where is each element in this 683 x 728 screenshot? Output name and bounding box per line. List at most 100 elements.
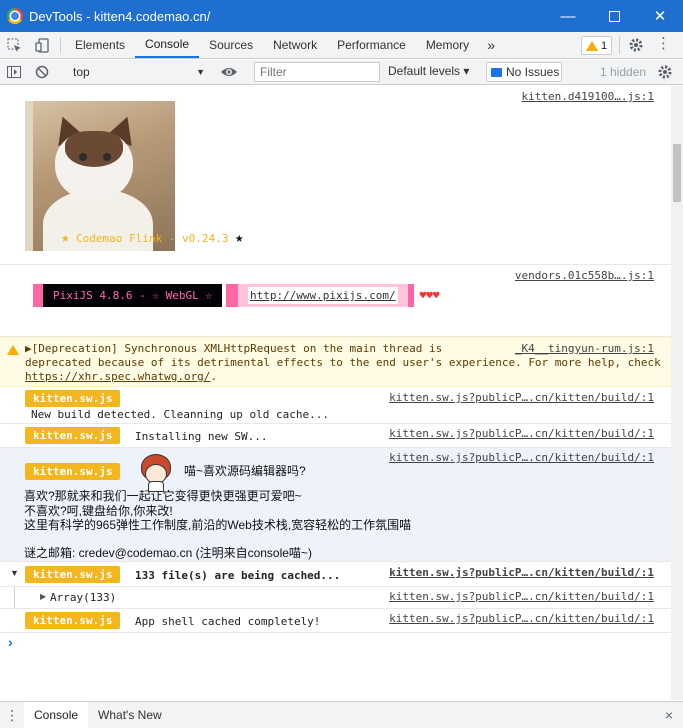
drawer-tab-whats-new[interactable]: What's New [88,702,172,728]
expand-arrow-icon[interactable]: ▶ [40,592,46,601]
cat-eye [103,153,111,161]
maximize-icon[interactable] [591,0,637,32]
issues-label: No Issues [506,65,560,79]
sidebar-toggle-icon[interactable] [0,60,28,85]
message-text: 133 file(s) are being cached... [135,569,341,582]
tab-sources[interactable]: Sources [199,32,263,58]
array-preview[interactable]: Array(133) [50,591,116,604]
warning-line: deprecated because of its detrimental ef… [25,356,661,369]
console-message-cat-banner: kitten.d419100….js:1 ★ Codemao Flink - v… [0,86,671,265]
warning-icon [585,40,598,51]
filter-input[interactable] [254,62,380,82]
console-warning-deprecation: _K4__tingyun-rum.js:1 ▶[Deprecation] Syn… [0,337,671,387]
tab-elements[interactable]: Elements [65,32,135,58]
log-levels-dropdown[interactable]: Default levels ▾ [388,64,469,78]
mascot-avatar [137,454,175,492]
console-message-sw-cached: kitten.sw.js kitten.sw.js?publicP….cn/ki… [0,609,671,633]
drawer-menu-icon[interactable]: ⋮ [0,702,24,728]
eye-icon[interactable] [220,65,238,82]
console-prompt[interactable]: › [8,634,13,650]
clear-console-icon[interactable] [28,60,56,85]
recruit-email-line: 谜之邮箱: credev@codemao.cn (注明来自console喵~) [24,546,312,560]
hidden-messages-count: 1 hidden [600,65,647,79]
pixi-url-box: http://www.pixijs.com/ [237,284,408,307]
kitten-sw-badge: kitten.sw.js [25,566,121,583]
drawer-close-icon[interactable]: × [665,707,673,723]
recruit-line: 不喜欢?呵,键盘给你,你来改! [24,504,173,518]
flink-banner: ★ Codemao Flink - v0.24.3 ★ [61,230,243,246]
recruit-heading: 喵~喜欢源码编辑器吗? [184,464,306,478]
more-options-icon[interactable]: ⋮ [656,36,671,52]
source-link[interactable]: kitten.sw.js?publicP….cn/kitten/build/:1 [389,451,654,464]
context-value: top [73,65,90,79]
scrollbar-thumb[interactable] [673,144,681,202]
star-icon: ★ [235,230,244,246]
source-link[interactable]: vendors.01c558b….js:1 [515,269,654,282]
group-indent-line [14,587,15,609]
source-link[interactable]: kitten.sw.js?publicP….cn/kitten/build/:1 [389,427,654,440]
xhr-spec-link[interactable]: https://xhr.spec.whatwg.org/ [25,370,210,383]
warning-line: ▶[Deprecation] Synchronous XMLHttpReques… [25,342,443,355]
console-message-sw-installing: kitten.sw.js kitten.sw.js?publicP….cn/ki… [0,424,671,448]
tab-memory[interactable]: Memory [416,32,479,58]
source-link[interactable]: kitten.sw.js?publicP….cn/kitten/build/:1 [389,612,654,625]
pixi-banner: PixiJS 4.8.6 - ☆ WebGL ☆ http://www.pixi… [33,284,440,307]
warning-icon [7,345,19,355]
expand-arrow-icon[interactable]: ▼ [10,568,19,578]
console-scrollbar[interactable] [671,86,683,700]
minimize-icon[interactable]: — [545,0,591,32]
device-toolbar-icon[interactable] [28,32,56,58]
divider [619,36,620,54]
tab-performance[interactable]: Performance [327,32,416,58]
avatar-body [148,481,164,492]
warnings-counter-button[interactable]: 1 [581,36,612,55]
flink-banner-text: Codemao Flink - v0.24.3 [76,232,229,245]
kitten-image [25,101,175,251]
close-icon[interactable]: ✕ [637,0,683,32]
pixi-stripe [225,284,238,307]
chrome-logo-icon [7,8,23,24]
drawer-tab-console[interactable]: Console [24,702,89,728]
warning-line-end: . [210,370,218,383]
more-tabs-button[interactable]: » [479,32,503,58]
issues-button[interactable]: No Issues [486,62,562,82]
console-toolbar: top ▼ Default levels ▾ No Issues 1 hidde… [0,60,683,85]
console-settings-gear-icon[interactable] [657,64,673,83]
console-messages: kitten.d419100….js:1 ★ Codemao Flink - v… [0,86,671,700]
inspect-element-icon[interactable] [0,32,28,58]
kitten-sw-badge: kitten.sw.js [25,463,121,480]
source-link[interactable]: kitten.sw.js?publicP….cn/kitten/build/:1 [389,391,654,404]
kitten-sw-badge: kitten.sw.js [25,427,121,444]
settings-gear-icon[interactable] [628,37,644,56]
source-link[interactable]: kitten.sw.js?publicP….cn/kitten/build/:1 [389,566,654,579]
warning-count: 1 [600,39,608,52]
dropdown-caret-icon: ▼ [196,67,205,77]
source-link[interactable]: kitten.sw.js?publicP….cn/kitten/build/:1 [389,590,654,603]
console-message-sw-new-build: kitten.sw.js kitten.sw.js?publicP….cn/ki… [0,388,671,424]
tab-network[interactable]: Network [263,32,327,58]
console-message-sw-recruit: kitten.sw.js kitten.sw.js?publicP….cn/ki… [0,448,671,562]
divider [60,37,61,53]
drawer-tab-bar: ⋮ Console What's New × [0,701,683,728]
console-message-group-caching[interactable]: ▼ kitten.sw.js kitten.sw.js?publicP….cn/… [0,563,671,587]
kitten-sw-badge: kitten.sw.js [25,612,121,629]
window-title: DevTools - kitten4.codemao.cn/ [29,8,211,24]
console-message-array: ▶ Array(133) kitten.sw.js?publicP….cn/ki… [0,587,671,609]
pixi-url-link[interactable]: http://www.pixijs.com/ [247,287,398,304]
cat-mask [65,131,123,167]
message-icon [491,67,502,77]
message-text: New build detected. Cleanning up old cac… [31,408,330,421]
pixi-banner-text: PixiJS 4.8.6 - ☆ WebGL ☆ [43,284,222,307]
tab-console[interactable]: Console [135,32,200,58]
message-text: Installing new SW... [135,430,268,443]
pixi-stripe [407,284,414,307]
window-title-bar: DevTools - kitten4.codemao.cn/ — ✕ [0,0,683,32]
kitten-sw-badge: kitten.sw.js [25,390,121,407]
recruit-line: 这里有科学的965弹性工作制度,前沿的Web技术栈,宽容轻松的工作氛围喵 [24,518,412,532]
hearts: ♥♥♥ [419,289,440,302]
devtools-tab-bar: Elements Console Sources Network Perform… [0,32,683,59]
warning-text[interactable]: ▶[Deprecation] Synchronous XMLHttpReques… [25,342,665,384]
star-icon: ★ [61,230,70,246]
source-link[interactable]: kitten.d419100….js:1 [522,90,654,103]
context-selector[interactable]: top ▼ [69,63,209,82]
